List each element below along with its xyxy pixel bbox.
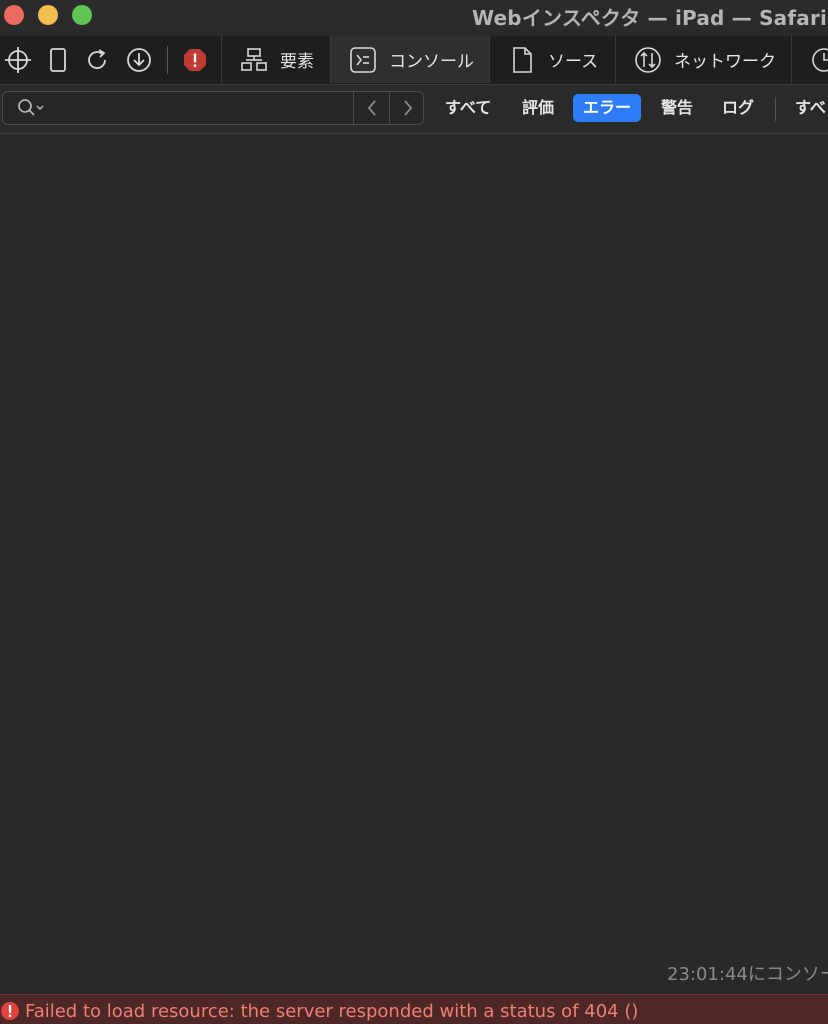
filter-warnings[interactable]: 警告: [651, 94, 703, 122]
tab-network[interactable]: ネットワーク: [615, 36, 791, 83]
clock-icon: [810, 46, 828, 74]
minimize-window-button[interactable]: [38, 5, 58, 25]
tab-elements[interactable]: 要素: [221, 36, 330, 83]
tab-console[interactable]: コンソール: [330, 36, 489, 83]
error-stop-icon[interactable]: [181, 46, 209, 74]
tab-sources-label: ソース: [548, 52, 599, 72]
console-output[interactable]: [0, 134, 828, 994]
window-title: Webインスペクタ — iPad — Safari —: [472, 6, 828, 30]
tab-timelines[interactable]: [791, 36, 828, 83]
tab-elements-label: 要素: [280, 52, 314, 72]
previous-match-button[interactable]: [353, 92, 390, 124]
console-cleared-timestamp: 23:01:44にコンソー: [667, 964, 828, 985]
inspector-toolbar: 要素 コンソール ソース ネットワーク: [0, 36, 828, 85]
title-bar: Webインスペクタ — iPad — Safari —: [0, 0, 828, 30]
download-icon[interactable]: [125, 46, 153, 74]
filter-logs[interactable]: ログ: [712, 94, 764, 122]
tab-network-label: ネットワーク: [674, 52, 776, 72]
filter-divider: [775, 97, 776, 121]
error-message-text: Failed to load resource: the server resp…: [25, 1001, 639, 1022]
toolbar-divider: [167, 46, 168, 74]
crosshair-icon[interactable]: [4, 46, 32, 74]
search-input[interactable]: [51, 96, 355, 122]
next-match-button[interactable]: [389, 92, 426, 124]
tab-sources[interactable]: ソース: [489, 36, 615, 83]
chevron-right-icon: [404, 100, 413, 116]
web-inspector-window: Webインスペクタ — iPad — Safari — 要素 コンソール ソース…: [0, 0, 828, 1024]
error-message-row[interactable]: Failed to load resource: the server resp…: [0, 994, 828, 1024]
document-icon: [508, 46, 536, 74]
error-icon: [0, 1001, 20, 1024]
console-search-field[interactable]: [2, 91, 424, 125]
console-icon: [349, 46, 377, 74]
filter-all[interactable]: すべて: [435, 94, 501, 122]
reload-icon[interactable]: [83, 46, 111, 74]
filter-evaluations[interactable]: 評価: [512, 94, 564, 122]
network-icon: [634, 46, 662, 74]
filter-all-sources[interactable]: すべ: [785, 94, 828, 122]
filter-errors[interactable]: エラー: [573, 94, 642, 122]
device-icon[interactable]: [44, 46, 72, 74]
chevron-left-icon: [367, 100, 376, 116]
tab-console-label: コンソール: [389, 52, 474, 72]
search-icon[interactable]: [17, 98, 47, 122]
console-filter-bar: すべて 評価 エラー 警告 ログ すべ: [0, 85, 828, 134]
zoom-window-button[interactable]: [72, 5, 92, 25]
elements-icon: [240, 46, 268, 74]
close-window-button[interactable]: [4, 5, 24, 25]
